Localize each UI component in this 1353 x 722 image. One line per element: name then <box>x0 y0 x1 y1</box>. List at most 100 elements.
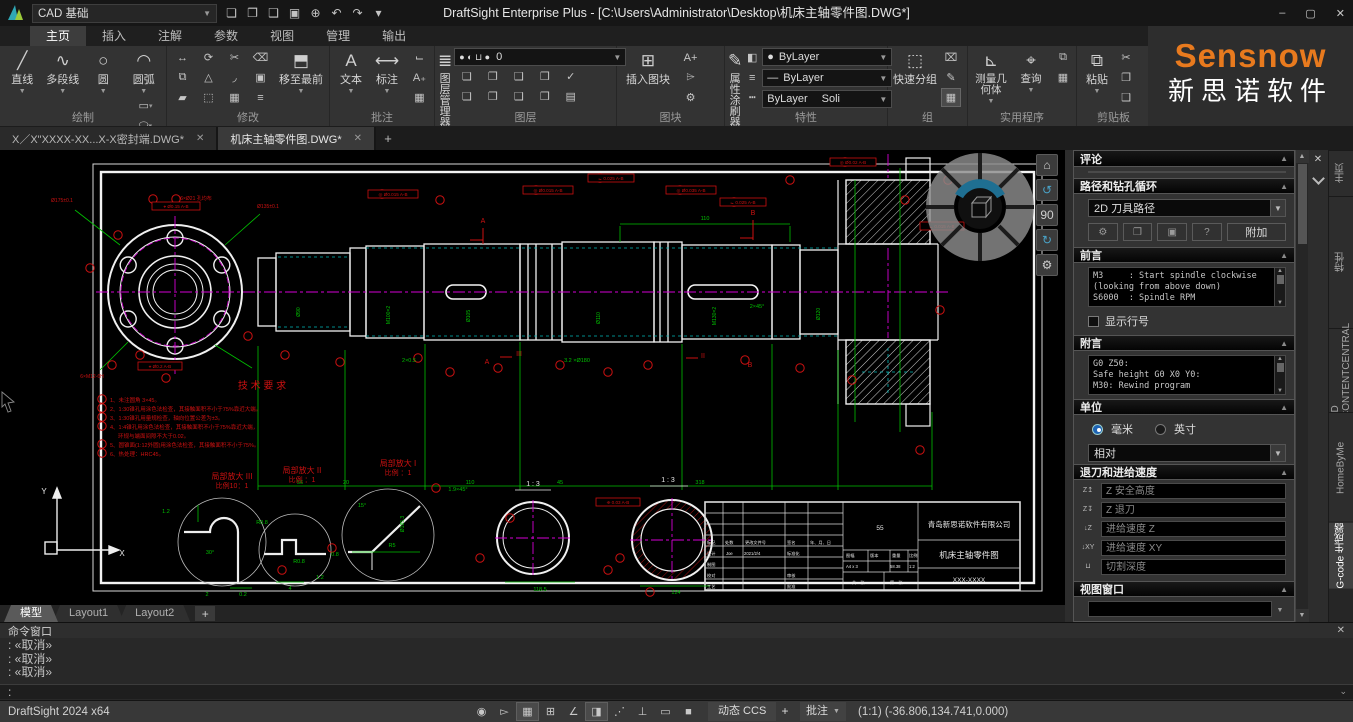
side-tab-gcode[interactable]: G-code 生成器 <box>1329 522 1353 589</box>
path-section-header[interactable]: 路径和钻孔循环▲ <box>1074 178 1294 194</box>
units-section-header[interactable]: 单位▲ <box>1074 399 1294 415</box>
units-mm-radio[interactable] <box>1092 424 1103 435</box>
scrollbar[interactable]: ▲▼ <box>1274 268 1285 306</box>
copy-clip-button[interactable]: ❐ <box>1116 68 1136 87</box>
define-block-button[interactable]: A+ <box>678 48 703 67</box>
fill-button[interactable]: ◧ <box>744 48 760 67</box>
layer-preview-button[interactable]: ▤ <box>558 87 583 106</box>
maximize-button[interactable]: ▢ <box>1305 7 1315 20</box>
cut-button[interactable]: ✂ <box>1116 48 1136 67</box>
polar-icon[interactable]: ∠ <box>562 702 585 721</box>
measure-geometry-button[interactable]: ⊾测量几何体▼ <box>971 48 1011 110</box>
table-button[interactable]: ▦ <box>407 88 432 107</box>
clean-screen-button[interactable]: ⧉ <box>1053 48 1073 67</box>
units-inch-radio[interactable] <box>1155 424 1166 435</box>
layer-manager-button[interactable]: ≣ 图层管理器 <box>438 48 452 110</box>
tab-manage[interactable]: 管理 <box>310 26 366 46</box>
side-tab-3dcc[interactable]: 3D CONTENTCENTRAL <box>1329 328 1353 412</box>
linestyle-button[interactable]: ┅ <box>744 88 760 107</box>
panel-pin-button[interactable] <box>1312 172 1325 185</box>
command-input[interactable]: : <box>0 684 1353 699</box>
tab-insert[interactable]: 插入 <box>86 26 142 46</box>
layer-state-button[interactable]: ✓ <box>558 67 583 86</box>
layout-tab-2[interactable]: Layout2 <box>119 605 190 622</box>
snap-settings-icon[interactable]: ◉ <box>470 702 493 721</box>
gcode-param-input[interactable] <box>1101 483 1286 499</box>
etrack-icon[interactable]: ⋰ <box>608 702 631 721</box>
close-button[interactable]: ✕ <box>1336 7 1345 20</box>
gcode-param-input[interactable] <box>1101 502 1286 518</box>
edit-group-button[interactable]: ✎ <box>941 68 961 87</box>
customize-qat-button[interactable]: ▾ <box>368 3 389 23</box>
layer-lock-button[interactable]: ❒ <box>532 67 557 86</box>
panel-scrollbar[interactable]: ▲▼ <box>1295 150 1308 622</box>
postamble-code[interactable]: G0 Z50: Safe height G0 X0 Y0: M30: Rewin… <box>1088 355 1286 395</box>
move-button[interactable]: ↔ <box>170 48 195 67</box>
layout-tab-model[interactable]: 模型 <box>4 605 58 622</box>
comments-input[interactable] <box>1088 171 1286 173</box>
rotate-button[interactable]: ⟳ <box>196 48 221 67</box>
viewport-input[interactable] <box>1088 601 1272 617</box>
gcode-param-input[interactable] <box>1101 559 1286 575</box>
viewport-section-header[interactable]: 视图窗口▲ <box>1074 581 1294 597</box>
comments-section-header[interactable]: 评论▲ <box>1074 151 1294 167</box>
leader-button[interactable]: A₊ <box>407 68 432 87</box>
new-layout-button[interactable]: + <box>195 606 215 621</box>
preamble-code[interactable]: M3 : Start spindle clockwise (looking fr… <box>1088 267 1286 307</box>
minimize-button[interactable]: – <box>1279 7 1285 19</box>
fillet-button[interactable]: ◞ <box>222 68 247 87</box>
pattern-button[interactable]: ▦ <box>222 88 247 107</box>
dimension-style-button[interactable]: ⌙ <box>407 48 432 67</box>
tab-view[interactable]: 视图 <box>254 26 310 46</box>
side-tab-home[interactable]: 主页 <box>1329 150 1353 196</box>
coordinate-mode-select[interactable]: 相对 ▼ <box>1088 444 1286 462</box>
postamble-section-header[interactable]: 附言▲ <box>1074 335 1294 351</box>
layer-show-all-button[interactable]: ❐ <box>480 67 505 86</box>
layer-freeze-button[interactable]: ❑ <box>506 87 531 106</box>
delete-button[interactable]: ⌫ <box>248 48 273 67</box>
layer-combo[interactable]: ● ◐ ⊔ ● 0 ▼ <box>454 48 626 66</box>
close-tab-icon[interactable]: ✕ <box>196 133 204 144</box>
doc-tab-spindle[interactable]: 机床主轴零件图.DWG*✕ <box>218 127 376 150</box>
layout-tab-1[interactable]: Layout1 <box>53 605 124 622</box>
layer-thaw-button[interactable]: ❐ <box>480 87 505 106</box>
calculator-button[interactable]: ▦ <box>1053 68 1073 87</box>
status-add-button[interactable]: + <box>776 702 794 721</box>
doc-tab-seal[interactable]: X／X"XXXX-XX...X-X密封端.DWG*✕ <box>0 127 218 150</box>
save-as-button[interactable]: ❑ <box>263 3 284 23</box>
show-line-numbers-checkbox[interactable] <box>1088 316 1099 327</box>
toolpath-save-button[interactable]: ▣ <box>1157 223 1187 241</box>
layer-isolate-button[interactable]: ❏ <box>454 87 479 106</box>
attach-button[interactable]: 附加 <box>1227 223 1286 241</box>
rectangle-button[interactable]: ▭▾ <box>133 96 158 115</box>
line-color-combo[interactable]: ● ByLayer ▼ <box>762 48 892 66</box>
explode-button[interactable]: ▰ <box>170 88 195 107</box>
gcode-param-input[interactable] <box>1101 521 1286 537</box>
tab-home[interactable]: 主页 <box>30 26 86 46</box>
bring-to-front-button[interactable]: ⬒ 移至最前 ▼ <box>276 48 326 110</box>
new-file-button[interactable]: ❏ <box>221 3 242 23</box>
text-button[interactable]: A文本▼ <box>333 48 369 110</box>
layer-unlock-button[interactable]: ❒ <box>532 87 557 106</box>
close-command-window-button[interactable]: ✕ <box>1337 625 1345 636</box>
insert-block-button[interactable]: ⊞ 插入图块 <box>620 48 676 110</box>
property-painter-button[interactable]: ✎ 属性涂刷器 <box>728 48 742 110</box>
side-tab-properties[interactable]: 特性 <box>1329 196 1353 328</box>
block-settings-button[interactable]: ⚙ <box>678 88 703 107</box>
copy-ref-button[interactable]: ❑ <box>1116 88 1136 107</box>
panel-close-button[interactable]: ✕ <box>1314 154 1322 165</box>
toolpath-type-select[interactable]: 2D 刀具路径 ▼ <box>1088 199 1286 217</box>
edit-annotation-button[interactable]: ≡ <box>248 88 273 107</box>
paste-button[interactable]: ⧉ 粘贴 ▼ <box>1080 48 1114 110</box>
rotate-90-button[interactable]: 90 <box>1036 204 1058 226</box>
new-document-tab-button[interactable]: + <box>376 127 400 150</box>
side-tab-homebyme[interactable]: HomeByMe <box>1329 412 1353 522</box>
ortho-icon[interactable]: ⊥ <box>631 702 654 721</box>
toolpath-open-button[interactable]: ❐ <box>1123 223 1153 241</box>
drawing-canvas[interactable]: ⌖ Ø0.15 A-B⌖ Ø0.2 A-B◎ Ø0.015 A-B◎ Ø0.01… <box>0 150 1065 605</box>
annoscale-icon[interactable]: ▭ <box>654 702 677 721</box>
copy-button[interactable]: ⧉ <box>170 68 195 87</box>
close-tab-icon[interactable]: ✕ <box>354 133 362 144</box>
tab-parametric[interactable]: 参数 <box>198 26 254 46</box>
stretch-button[interactable]: ⬚ <box>196 88 221 107</box>
